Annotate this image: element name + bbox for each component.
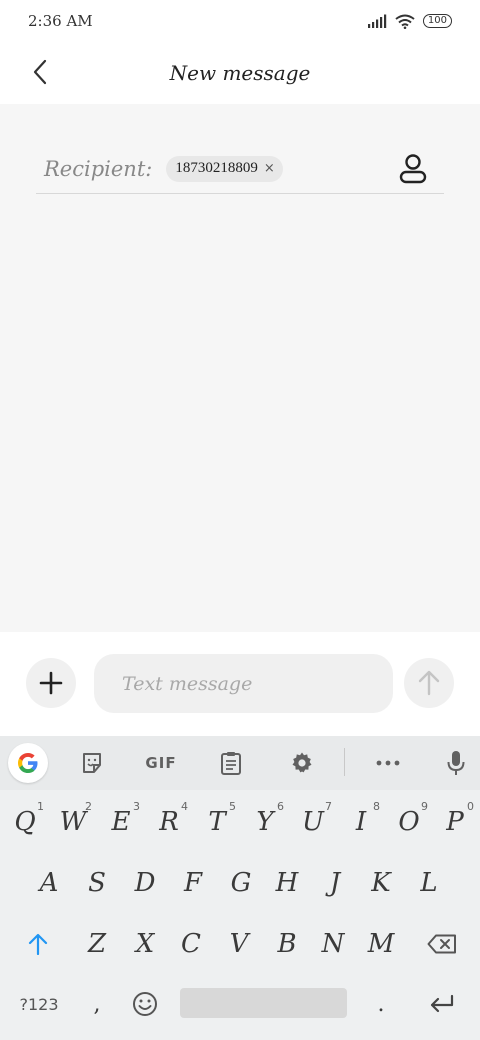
wifi-icon xyxy=(395,14,415,29)
status-time: 2:36 AM xyxy=(28,12,93,30)
enter-key[interactable] xyxy=(414,974,470,1034)
key-g[interactable]: G xyxy=(218,853,264,913)
send-button[interactable] xyxy=(404,658,454,708)
key-t[interactable]: T5 xyxy=(194,792,240,852)
key-x[interactable]: X xyxy=(122,914,168,974)
key-w[interactable]: W2 xyxy=(50,792,96,852)
gif-button[interactable]: GIF xyxy=(140,746,182,780)
app-header: New message xyxy=(0,42,480,104)
google-g-icon xyxy=(18,753,38,773)
key-p[interactable]: P0 xyxy=(432,792,478,852)
recipient-field[interactable]: Recipient: 18730218809 × xyxy=(36,144,444,194)
clipboard-button[interactable] xyxy=(211,746,251,780)
key-f[interactable]: F xyxy=(170,853,216,913)
voice-input-button[interactable] xyxy=(436,746,476,780)
sticker-button[interactable] xyxy=(72,746,112,780)
compose-bar: Text message xyxy=(0,632,480,736)
key-m[interactable]: M xyxy=(358,914,404,974)
message-content-area: Recipient: 18730218809 × xyxy=(0,104,480,632)
key-o[interactable]: O9 xyxy=(386,792,432,852)
key-l[interactable]: L xyxy=(406,853,452,913)
page-title: New message xyxy=(169,61,311,85)
google-search-button[interactable] xyxy=(8,743,48,783)
key-b[interactable]: B xyxy=(264,914,310,974)
clipboard-icon xyxy=(221,752,241,775)
plus-icon xyxy=(39,671,63,695)
recipient-label: Recipient: xyxy=(44,156,153,181)
chevron-left-icon xyxy=(33,59,47,85)
emoji-key[interactable] xyxy=(122,974,168,1034)
comma-key[interactable]: , xyxy=(74,974,120,1034)
emoji-icon xyxy=(133,992,157,1016)
recipient-chip[interactable]: 18730218809 × xyxy=(166,155,283,182)
signal-icon xyxy=(367,14,387,28)
gear-icon xyxy=(292,752,312,773)
key-d[interactable]: D xyxy=(122,853,168,913)
enter-return-icon xyxy=(430,994,454,1013)
person-icon xyxy=(399,154,427,184)
sticker-icon xyxy=(83,753,101,773)
back-button[interactable] xyxy=(24,56,56,88)
key-u[interactable]: U7 xyxy=(290,792,336,852)
period-key[interactable]: . xyxy=(358,974,404,1034)
symbols-key[interactable]: ?123 xyxy=(8,974,70,1034)
key-j[interactable]: J xyxy=(312,853,358,913)
key-s[interactable]: S xyxy=(74,853,120,913)
key-c[interactable]: C xyxy=(168,914,214,974)
message-input[interactable]: Text message xyxy=(94,654,393,713)
key-row-2: A S D F G H J K L xyxy=(0,853,480,913)
battery-indicator: 100 xyxy=(422,14,452,28)
shift-arrow-up-icon xyxy=(28,933,48,955)
shift-key[interactable] xyxy=(12,914,64,974)
key-i[interactable]: I8 xyxy=(338,792,384,852)
contact-picker-button[interactable] xyxy=(398,152,428,186)
key-q[interactable]: Q1 xyxy=(2,792,48,852)
key-row-1: Q1 W2 E3 R4 T5 Y6 U7 I8 O9 P0 xyxy=(0,792,480,852)
key-r[interactable]: R4 xyxy=(146,792,192,852)
key-z[interactable]: Z xyxy=(74,914,120,974)
more-horiz-icon xyxy=(376,760,400,766)
key-n[interactable]: N xyxy=(310,914,356,974)
keyboard-toolbar: GIF xyxy=(0,736,480,790)
key-a[interactable]: A xyxy=(26,853,72,913)
backspace-icon xyxy=(427,934,456,954)
key-k[interactable]: K xyxy=(358,853,404,913)
arrow-up-icon xyxy=(418,670,440,696)
add-attachment-button[interactable] xyxy=(26,658,76,708)
microphone-icon xyxy=(447,751,465,775)
backspace-key[interactable] xyxy=(414,914,470,974)
settings-button[interactable] xyxy=(282,746,322,780)
recipient-chip-value: 18730218809 xyxy=(175,160,258,176)
key-v[interactable]: V xyxy=(216,914,262,974)
space-key[interactable] xyxy=(180,988,347,1018)
key-e[interactable]: E3 xyxy=(98,792,144,852)
status-icons: 100 xyxy=(367,14,452,29)
status-bar: 2:36 AM 100 xyxy=(0,0,480,42)
key-y[interactable]: Y6 xyxy=(242,792,288,852)
soft-keyboard: GIF Q 1 W 2 E 3 R 4 T 5 Y 6 U 7 I 8 O 9 … xyxy=(0,736,480,1040)
key-row-4: ?123 , . xyxy=(0,974,480,1034)
chip-remove-icon[interactable]: × xyxy=(264,161,275,176)
more-button[interactable] xyxy=(368,746,408,780)
key-row-3: Z X C V B N M xyxy=(0,914,480,974)
toolbar-divider xyxy=(344,748,345,776)
key-h[interactable]: H xyxy=(264,853,310,913)
